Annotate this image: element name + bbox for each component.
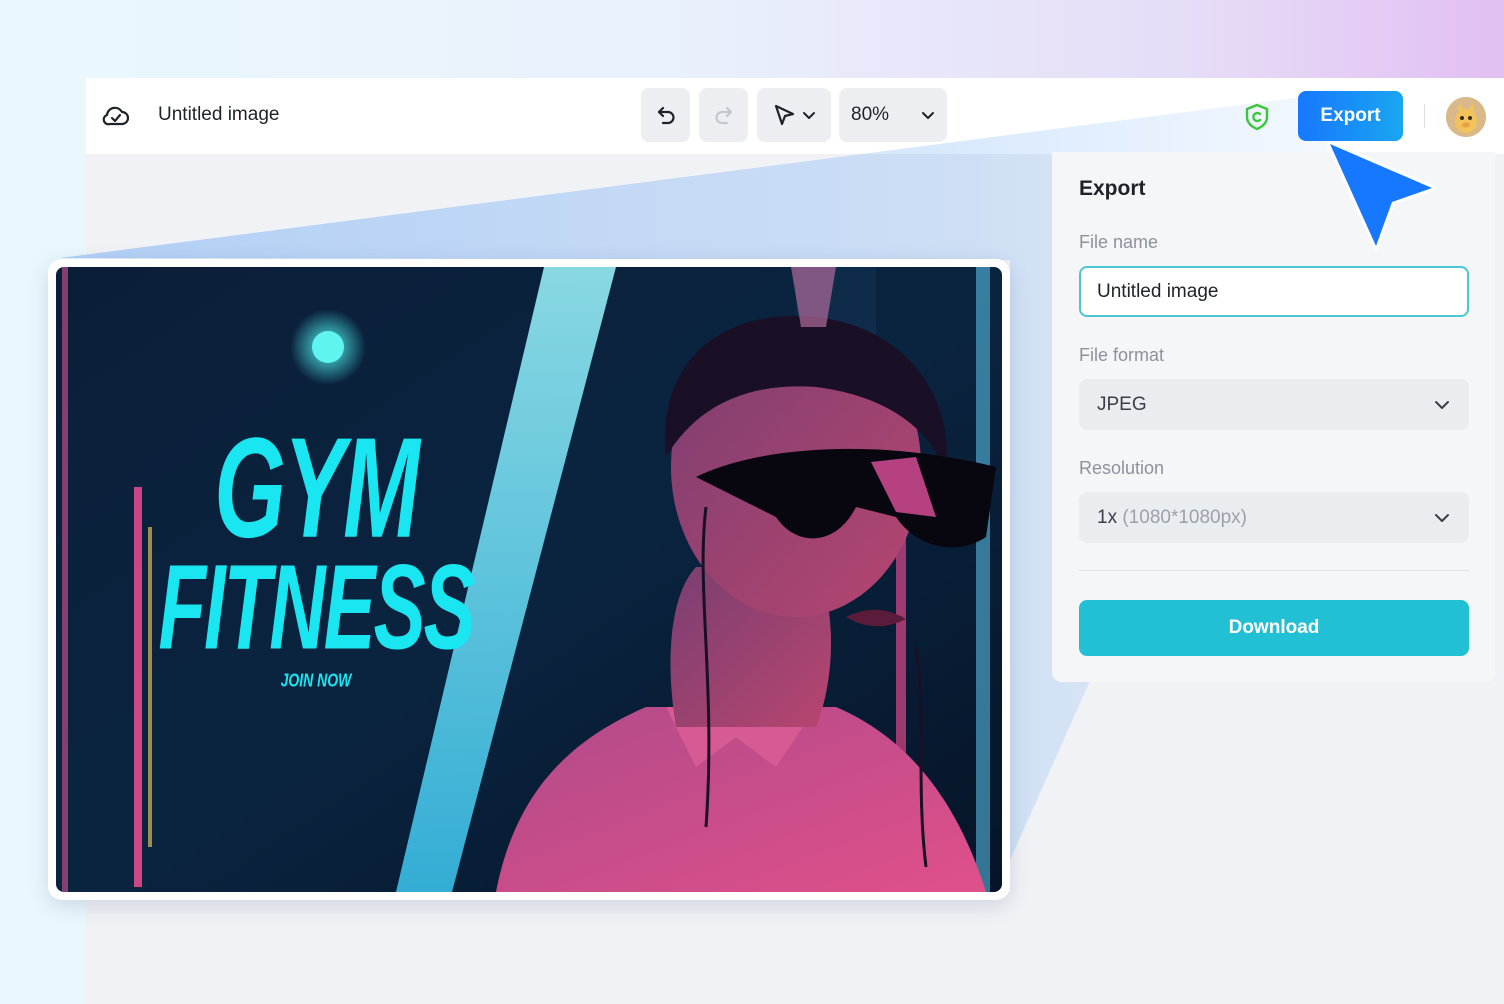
undo-button[interactable]	[641, 88, 690, 142]
document-title[interactable]: Untitled image	[158, 104, 279, 126]
resolution-label: Resolution	[1079, 458, 1165, 478]
headline-line-2[interactable]: FITNESS	[66, 537, 566, 678]
avatar[interactable]	[1446, 97, 1486, 137]
resolution-select[interactable]: 1x (1080*1080px)	[1079, 492, 1469, 543]
chevron-down-icon	[1435, 400, 1449, 409]
file-format-label: File format	[1079, 345, 1165, 365]
download-button[interactable]: Download	[1079, 600, 1469, 656]
chevron-down-icon	[922, 112, 934, 119]
chevron-down-icon	[1435, 513, 1449, 522]
chevron-down-icon	[803, 112, 815, 119]
toolbar-divider	[1424, 104, 1425, 128]
export-panel-title: Export	[1079, 177, 1146, 200]
file-name-label: File name	[1079, 232, 1159, 252]
cta-text[interactable]: JOIN NOW	[66, 670, 566, 691]
shield-icon[interactable]	[1244, 103, 1270, 131]
redo-button[interactable]	[699, 88, 748, 142]
design-image: GYM FITNESS JOIN NOW	[56, 267, 1002, 892]
zoom-dropdown[interactable]: 80%	[839, 88, 947, 142]
cloud-icon[interactable]	[102, 102, 130, 130]
pointer-icon	[774, 104, 795, 126]
top-toolbar: Untitled image 80% Export	[86, 78, 1504, 154]
redo-icon	[714, 106, 732, 125]
file-format-value: JPEG	[1097, 393, 1147, 415]
avatar-image	[1446, 97, 1486, 137]
resolution-scale: 1x	[1097, 506, 1118, 528]
file-name-field[interactable]	[1079, 266, 1469, 317]
zoom-value: 80%	[851, 104, 890, 125]
panel-divider	[1079, 570, 1469, 571]
file-format-select[interactable]: JPEG	[1079, 379, 1469, 430]
resolution-size: (1080*1080px)	[1122, 506, 1248, 528]
design-canvas[interactable]: GYM FITNESS JOIN NOW	[48, 259, 1010, 900]
export-button[interactable]: Export	[1298, 91, 1403, 141]
select-tool-button[interactable]	[757, 88, 831, 142]
resolution-value: 1x (1080*1080px)	[1097, 507, 1247, 529]
cursor-icon	[1327, 141, 1435, 249]
undo-icon	[657, 106, 675, 125]
